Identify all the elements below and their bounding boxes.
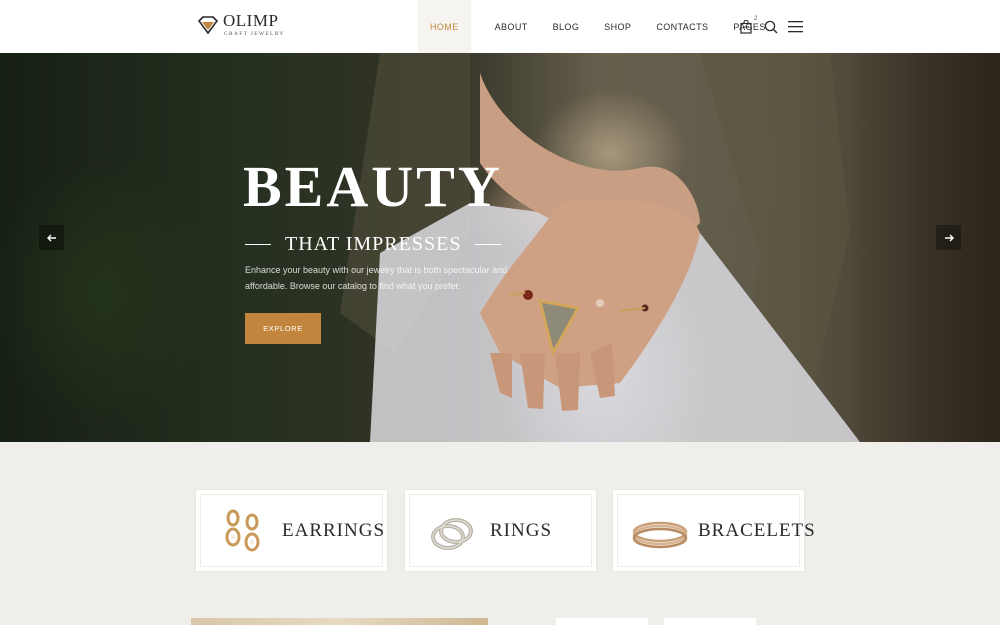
logo[interactable]: OLIMP CRAFT JEWELRY — [197, 12, 285, 37]
bracelets-icon — [632, 521, 688, 549]
product-card-partial — [556, 618, 648, 625]
nav-home[interactable]: HOME — [418, 0, 471, 53]
cart-button[interactable]: 2 — [740, 16, 757, 34]
hero-subtitle: THAT IMPRESSES — [245, 233, 502, 256]
category-card-rings[interactable]: RINGS — [404, 489, 597, 572]
header-icons: 2 — [740, 0, 803, 53]
nav-shop[interactable]: SHOP — [604, 0, 631, 53]
arrow-left-icon — [46, 234, 56, 241]
slider-next-button[interactable] — [936, 225, 961, 250]
explore-button[interactable]: EXPLORE — [245, 313, 321, 344]
earrings-icon — [225, 509, 260, 552]
site-header: OLIMP CRAFT JEWELRY HOME ABOUT BLOG SHOP… — [0, 0, 1000, 53]
category-label-earrings: EARRINGS — [282, 520, 386, 541]
brand-tagline: CRAFT JEWELRY — [224, 31, 285, 37]
category-card-bracelets[interactable]: BRACELETS — [612, 489, 815, 572]
nav-about[interactable]: ABOUT — [495, 0, 528, 53]
category-card-earrings[interactable]: EARRINGS — [195, 489, 388, 572]
subtitle-line-left — [245, 244, 271, 245]
diamond-logo-icon — [197, 16, 219, 35]
hero-description: Enhance your beauty with our jewelry tha… — [245, 265, 508, 291]
hero-title: BEAUTY — [243, 154, 503, 219]
category-label-rings: RINGS — [490, 520, 553, 541]
hero-subtitle-text: THAT IMPRESSES — [285, 233, 462, 255]
nav-contacts[interactable]: CONTACTS — [656, 0, 708, 53]
cart-count-badge: 2 — [754, 15, 758, 22]
hero-slider: BEAUTY THAT IMPRESSES Enhance your beaut… — [0, 53, 1000, 442]
hero-right-shade — [850, 53, 1000, 442]
arrow-right-icon — [944, 234, 954, 241]
search-icon[interactable] — [764, 20, 778, 34]
main-nav: HOME ABOUT BLOG SHOP CONTACTS PAGES — [418, 0, 766, 53]
menu-icon[interactable] — [788, 20, 803, 33]
slider-prev-button[interactable] — [39, 225, 64, 250]
rings-icon — [431, 518, 473, 550]
product-card-partial — [664, 618, 756, 625]
category-label-bracelets: BRACELETS — [698, 520, 816, 541]
shopping-bag-icon — [740, 19, 752, 34]
brand-name: OLIMP — [223, 11, 279, 30]
nav-blog[interactable]: BLOG — [553, 0, 580, 53]
subtitle-line-right — [475, 244, 502, 245]
featured-image-partial — [191, 618, 488, 625]
